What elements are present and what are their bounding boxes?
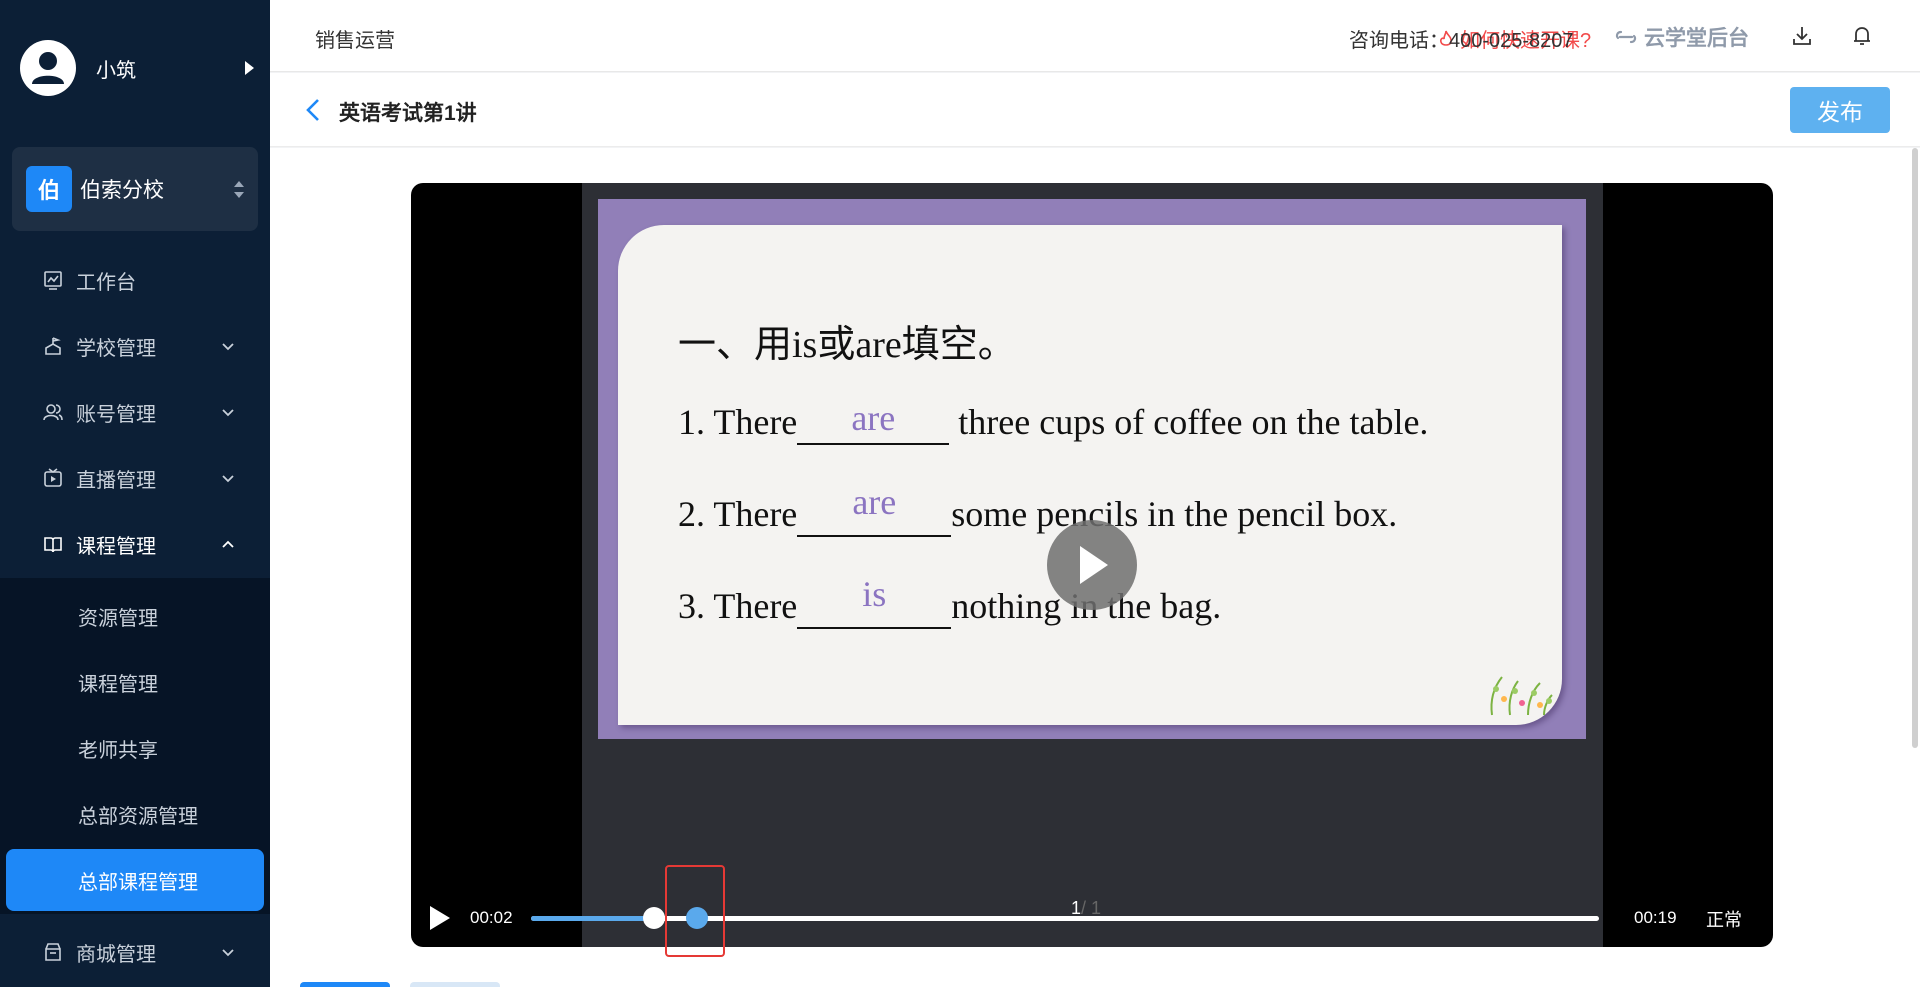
brand-link[interactable]: 云学堂后台	[1614, 22, 1749, 52]
slide-question-3: 3. Thereisnothing in the bag.	[678, 574, 1221, 629]
back-arrow-icon[interactable]	[303, 97, 325, 123]
answer-text: is	[862, 574, 887, 614]
submenu-item-resources[interactable]: 资源管理	[0, 585, 270, 647]
page-header: 英语考试第1讲 发布	[270, 73, 1920, 147]
submenu-item-label: 总部资源管理	[78, 805, 198, 828]
page-title: 英语考试第1讲	[339, 102, 477, 125]
download-icon[interactable]	[1790, 24, 1814, 48]
submenu-item-label: 课程管理	[78, 673, 158, 696]
live-icon	[44, 468, 62, 487]
submenu-item-teacher-share[interactable]: 老师共享	[0, 717, 270, 779]
sidebar-item-dashboard[interactable]: 工作台	[0, 248, 270, 312]
sidebar: 小筑 伯 伯索分校 工作台 学校管理 账号管理 直播管理 课程管理 资源管理 课…	[0, 0, 270, 987]
sidebar-item-label: 工作台	[76, 271, 136, 294]
slide-question-1: 1. There are three cups of coffee on the …	[678, 398, 1429, 445]
bottom-tab-indicator[interactable]	[300, 982, 390, 987]
total-time: 00:19	[1634, 908, 1677, 927]
publish-button[interactable]: 发布	[1790, 87, 1890, 133]
question-suffix: some pencils in the pencil box.	[951, 494, 1398, 534]
current-time: 00:02	[470, 908, 513, 927]
user-menu[interactable]: 小筑	[20, 38, 260, 98]
top-bar: 销售运营 如何快速开课? 咨询电话：400-025-8207 云学堂后台	[270, 0, 1920, 72]
question-prefix: 3. There	[678, 586, 798, 626]
sidebar-item-course[interactable]: 课程管理	[0, 512, 270, 576]
school-switcher[interactable]: 伯 伯索分校	[12, 147, 258, 231]
school-badge: 伯	[26, 166, 72, 212]
playback-speed[interactable]: 正常	[1706, 906, 1742, 932]
page-current: 1	[1071, 898, 1082, 918]
bell-icon[interactable]	[1850, 24, 1874, 48]
caret-right-icon	[245, 61, 254, 75]
question-suffix: three cups of coffee on the table.	[949, 402, 1429, 442]
question-prefix: 2. There	[678, 494, 798, 534]
scrollbar[interactable]	[1912, 148, 1918, 748]
chevron-down-icon	[222, 409, 234, 417]
play-icon	[1080, 546, 1108, 584]
slide-content: 一、用is或are填空。 1. There are three cups of c…	[618, 225, 1562, 725]
sidebar-item-shop[interactable]: 商城管理	[0, 920, 270, 984]
submenu-item-label: 老师共享	[78, 739, 158, 762]
sidebar-item-label: 商城管理	[76, 943, 156, 966]
chevron-down-icon	[222, 343, 234, 351]
user-name: 小筑	[96, 59, 136, 82]
answer-blank: are	[797, 398, 950, 445]
account-icon	[43, 404, 63, 421]
center-play-button[interactable]	[1047, 520, 1137, 610]
slide-heading: 一、用is或are填空。	[678, 324, 1016, 366]
sidebar-item-label: 课程管理	[76, 535, 156, 558]
course-submenu: 资源管理 课程管理 老师共享 总部资源管理 总部课程管理	[0, 578, 270, 914]
question-prefix: 1. There	[678, 402, 798, 442]
consult-phone: 咨询电话：400-025-8207	[1349, 30, 1574, 52]
brand-label: 云学堂后台	[1644, 27, 1749, 50]
answer-blank: is	[797, 574, 952, 629]
shop-icon	[45, 943, 61, 961]
progress-thumb[interactable]	[642, 907, 665, 929]
submenu-item-label: 总部课程管理	[78, 871, 198, 894]
sidebar-item-account[interactable]: 账号管理	[0, 380, 270, 444]
school-icon	[45, 337, 61, 355]
page-total: / 1	[1081, 898, 1102, 918]
answer-text: are	[851, 398, 896, 438]
highlight-annotation	[664, 865, 725, 957]
slide-question-2: 2. There are some pencils in the pencil bo…	[678, 482, 1398, 537]
sidebar-item-live[interactable]: 直播管理	[0, 446, 270, 510]
progress-fill	[531, 916, 654, 921]
submenu-item-label: 资源管理	[78, 607, 158, 630]
sidebar-item-label: 学校管理	[76, 337, 156, 360]
slide-frame: 一、用is或are填空。 1. There are three cups of c…	[598, 199, 1586, 739]
sidebar-item-school[interactable]: 学校管理	[0, 314, 270, 378]
sidebar-item-label: 账号管理	[76, 403, 156, 426]
dashboard-icon	[44, 271, 62, 290]
section-title: 销售运营	[315, 30, 395, 52]
sort-switch-icon	[234, 180, 244, 198]
chevron-down-icon	[222, 475, 234, 483]
school-name: 伯索分校	[80, 179, 164, 202]
answer-blank: are	[797, 482, 952, 537]
avatar	[20, 40, 76, 96]
course-icon	[44, 537, 62, 553]
plant-decoration-icon	[1490, 676, 1553, 716]
answer-text: are	[852, 482, 897, 522]
chevron-up-icon	[222, 540, 234, 548]
user-avatar-icon	[32, 52, 64, 84]
submenu-item-hq-courses[interactable]: 总部课程管理	[6, 849, 264, 911]
submenu-item-courses[interactable]: 课程管理	[0, 651, 270, 713]
sidebar-item-label: 直播管理	[76, 469, 156, 492]
submenu-item-hq-resources[interactable]: 总部资源管理	[0, 783, 270, 845]
cloud-link-icon	[1615, 30, 1637, 44]
play-icon[interactable]	[428, 904, 452, 932]
chevron-down-icon	[222, 949, 234, 957]
bottom-tab-indicator[interactable]	[410, 982, 500, 987]
